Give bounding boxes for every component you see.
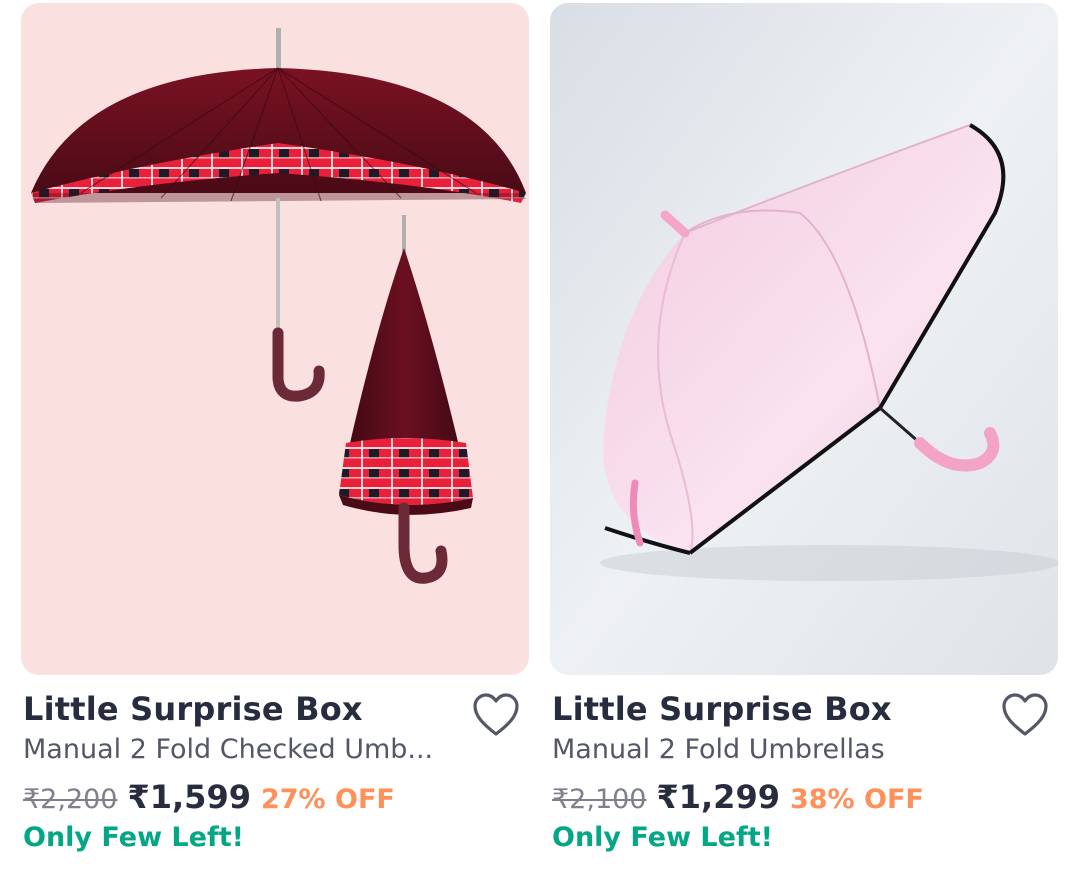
product-brand: Little Surprise Box — [552, 690, 892, 728]
product-mrp: ₹2,200 — [23, 784, 118, 815]
product-card[interactable]: Little Surprise Box Manual 2 Fold Umbrel… — [550, 0, 1058, 892]
stock-status: Only Few Left! — [552, 822, 773, 853]
price-row: ₹2,100 ₹1,299 38% OFF — [552, 778, 924, 816]
product-card[interactable]: Little Surprise Box Manual 2 Fold Checke… — [21, 0, 529, 892]
product-discount: 27% OFF — [260, 784, 395, 815]
heart-outline-icon[interactable] — [1000, 692, 1050, 738]
product-price: ₹1,599 — [127, 778, 251, 816]
product-grid: Little Surprise Box Manual 2 Fold Checke… — [0, 0, 1079, 892]
product-name: Manual 2 Fold Umbrellas — [552, 734, 885, 765]
product-name: Manual 2 Fold Checked Umb... — [23, 734, 434, 765]
product-image[interactable] — [21, 3, 529, 675]
product-brand: Little Surprise Box — [23, 690, 363, 728]
heart-outline-icon[interactable] — [471, 692, 521, 738]
product-price: ₹1,299 — [656, 778, 780, 816]
product-image[interactable] — [550, 3, 1058, 675]
product-mrp: ₹2,100 — [552, 784, 647, 815]
product-discount: 38% OFF — [789, 784, 924, 815]
stock-status: Only Few Left! — [23, 822, 244, 853]
price-row: ₹2,200 ₹1,599 27% OFF — [23, 778, 395, 816]
